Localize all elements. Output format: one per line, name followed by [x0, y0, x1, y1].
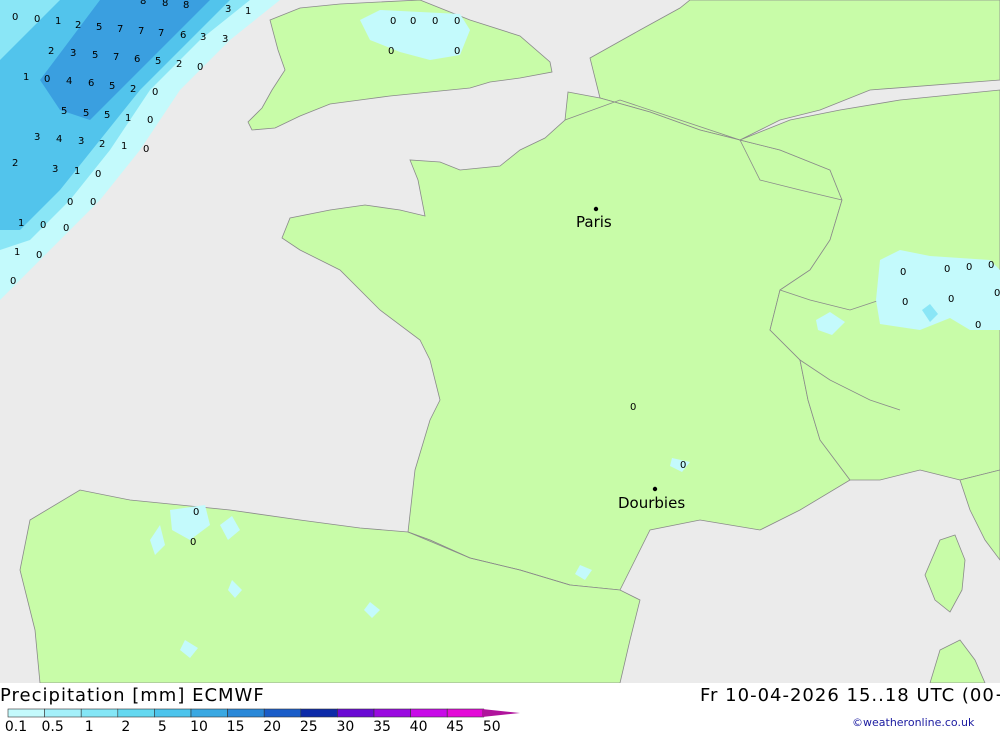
grid-value: 3	[78, 136, 84, 147]
grid-value: 8	[162, 0, 168, 9]
grid-value: 2	[130, 84, 136, 95]
grid-value: 8	[183, 0, 189, 11]
grid-value: 1	[55, 16, 61, 27]
grid-value: 3	[222, 34, 228, 45]
legend-swatch	[7, 708, 45, 718]
grid-value: 1	[23, 72, 29, 83]
grid-value: 5	[104, 110, 110, 121]
grid-value: 0	[34, 14, 40, 25]
grid-value: 0	[143, 144, 149, 155]
grid-value: 1	[18, 218, 24, 229]
grid-value: 1	[14, 247, 20, 258]
grid-value: 0	[432, 16, 438, 27]
grid-value: 0	[90, 197, 96, 208]
legend-swatch	[44, 708, 82, 718]
legend-swatch	[373, 708, 411, 718]
grid-value: 4	[66, 76, 72, 87]
legend-swatch	[80, 708, 119, 718]
grid-value: 2	[176, 59, 182, 70]
grid-value: 5	[109, 81, 115, 92]
legend-arrow	[482, 709, 520, 717]
paris-label: Paris	[576, 213, 612, 231]
grid-value: 0	[197, 62, 203, 73]
grid-value: 0	[680, 460, 686, 471]
grid-value: 5	[155, 56, 161, 67]
grid-value: 0	[994, 288, 1000, 299]
grid-value: 1	[125, 113, 131, 124]
grid-value: 0	[95, 169, 101, 180]
grid-value: 0	[454, 46, 460, 57]
grid-value: 0	[966, 262, 972, 273]
grid-value: 4	[56, 134, 62, 145]
grid-value: 2	[12, 158, 18, 169]
precipitation-legend	[7, 708, 520, 718]
grid-value: 0	[988, 260, 994, 271]
grid-value: 0	[948, 294, 954, 305]
grid-value: 5	[61, 106, 67, 117]
grid-value: 7	[158, 28, 164, 39]
grid-value: 6	[134, 54, 140, 65]
legend-swatch	[117, 708, 155, 718]
grid-value: 0	[902, 297, 908, 308]
grid-value: 6	[180, 30, 186, 41]
grid-value: 8	[140, 0, 146, 7]
grid-value: 0	[630, 402, 636, 413]
legend-swatch	[300, 708, 338, 718]
grid-value: 0	[12, 12, 18, 23]
grid-value: 1	[74, 166, 80, 177]
grid-value: 3	[34, 132, 40, 143]
precipitation-map: 0 0 1 2 5 7 7 7 6 3 3 8 8 8 3 1 0 0 0 0 0 0 1 0 2 3 5 7 6 5 2 0 4 6 5 2 0 5 5 5…	[0, 0, 1000, 683]
grid-value: 6	[88, 78, 94, 89]
grid-value: 0	[975, 320, 981, 331]
legend-swatch	[190, 708, 228, 718]
grid-value: 0	[40, 220, 46, 231]
legend-swatch	[227, 708, 265, 718]
grid-value: 3	[52, 164, 58, 175]
grid-value: 5	[96, 22, 102, 33]
credit-link[interactable]: ©weatheronline.co.uk	[852, 716, 974, 729]
map-datetime: Fr 10-04-2026 15..18 UTC (00+42)	[700, 685, 1000, 706]
grid-value: 0	[10, 276, 16, 287]
grid-value: 7	[138, 26, 144, 37]
grid-value: 0	[410, 16, 416, 27]
legend-swatch	[154, 708, 192, 718]
grid-value: 3	[225, 4, 231, 15]
grid-value: 3	[200, 32, 206, 43]
grid-value: 0	[454, 16, 460, 27]
legend-swatch	[337, 708, 375, 718]
grid-value: 0	[147, 115, 153, 126]
grid-value: 0	[193, 507, 199, 518]
grid-value: 2	[99, 139, 105, 150]
grid-value: 3	[70, 48, 76, 59]
grid-value: 0	[67, 197, 73, 208]
grid-value: 0	[944, 264, 950, 275]
grid-value: 0	[388, 46, 394, 57]
grid-value: 0	[390, 16, 396, 27]
grid-value: 0	[44, 74, 50, 85]
legend-swatches	[7, 708, 485, 718]
legend-swatch	[410, 708, 448, 718]
paris-marker	[593, 206, 599, 212]
grid-value: 1	[121, 141, 127, 152]
grid-value: 0	[36, 250, 42, 261]
grid-value: 0	[900, 267, 906, 278]
dourbies-marker	[652, 486, 658, 492]
grid-value: 0	[63, 223, 69, 234]
grid-value: 2	[48, 46, 54, 57]
grid-value: 5	[83, 108, 89, 119]
legend-swatch	[446, 708, 485, 718]
grid-value: 0	[152, 87, 158, 98]
grid-value: 1	[245, 6, 251, 17]
grid-value: 5	[92, 50, 98, 61]
map-title: Precipitation [mm] ECMWF	[0, 685, 265, 706]
grid-value: 7	[113, 52, 119, 63]
legend-swatch	[263, 708, 302, 718]
grid-value: 7	[117, 24, 123, 35]
grid-value: 0	[190, 537, 196, 548]
dourbies-label: Dourbies	[618, 494, 685, 512]
grid-value: 2	[75, 20, 81, 31]
